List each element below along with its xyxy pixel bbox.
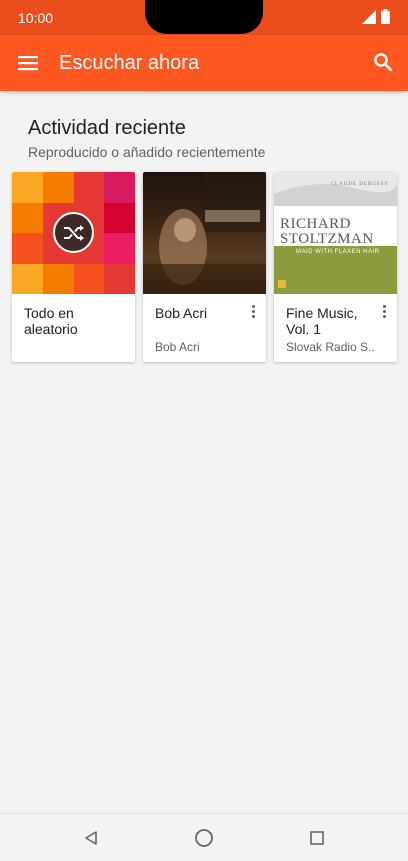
status-icons (362, 9, 390, 24)
shuffle-icon (63, 224, 84, 241)
shuffle-art (12, 172, 135, 294)
search-icon (374, 53, 393, 72)
recents-icon (310, 831, 324, 845)
card-title: Fine Music, Vol. 1 (286, 305, 358, 337)
card-subtitle: Bob Acri (155, 340, 200, 354)
battery-icon (381, 9, 390, 24)
more-vert-icon (382, 304, 386, 308)
cover-artist-line2: STOLTZMAN (280, 231, 374, 247)
status-bar: 10:00 (0, 0, 408, 35)
section-title: Actividad reciente (28, 117, 186, 139)
cover-album-title: MAID WITH FLAXEN HAIR (296, 249, 380, 255)
home-button[interactable] (190, 824, 218, 852)
stoltzman-album-art: CLAUDE DEBUSSY RICHARD STOLTZMAN MAID WI… (274, 172, 397, 294)
menu-icon (18, 56, 38, 71)
system-nav-bar (0, 813, 408, 861)
home-icon (195, 829, 213, 847)
card-title: Todo en aleatorio (24, 305, 78, 337)
menu-button[interactable] (12, 47, 44, 79)
cover-composer: CLAUDE DEBUSSY (330, 182, 389, 187)
more-vert-icon (251, 304, 255, 308)
app-title: Escuchar ahora (59, 52, 200, 74)
camera-notch (145, 0, 263, 34)
card-title: Bob Acri (155, 305, 208, 321)
piano-album-art (143, 172, 266, 294)
card-subtitle: Slovak Radio S.. (286, 340, 375, 354)
section-subtitle: Reproducido o añadido recientemente (28, 144, 266, 160)
app-bar: Escuchar ahora (0, 35, 408, 91)
card-fine-music[interactable]: CLAUDE DEBUSSY RICHARD STOLTZMAN MAID WI… (274, 172, 397, 362)
more-options-button[interactable] (377, 302, 391, 320)
card-bob-acri[interactable]: Bob Acri Bob Acri (143, 172, 266, 362)
recents-button[interactable] (303, 824, 331, 852)
shuffle-button[interactable] (53, 212, 94, 253)
search-button[interactable] (368, 47, 398, 77)
status-time: 10:00 (18, 10, 54, 26)
signal-icon (362, 9, 376, 24)
card-shuffle-all[interactable]: Todo en aleatorio (12, 172, 135, 362)
back-button[interactable] (77, 824, 105, 852)
back-icon (85, 831, 97, 845)
more-options-button[interactable] (246, 302, 260, 320)
